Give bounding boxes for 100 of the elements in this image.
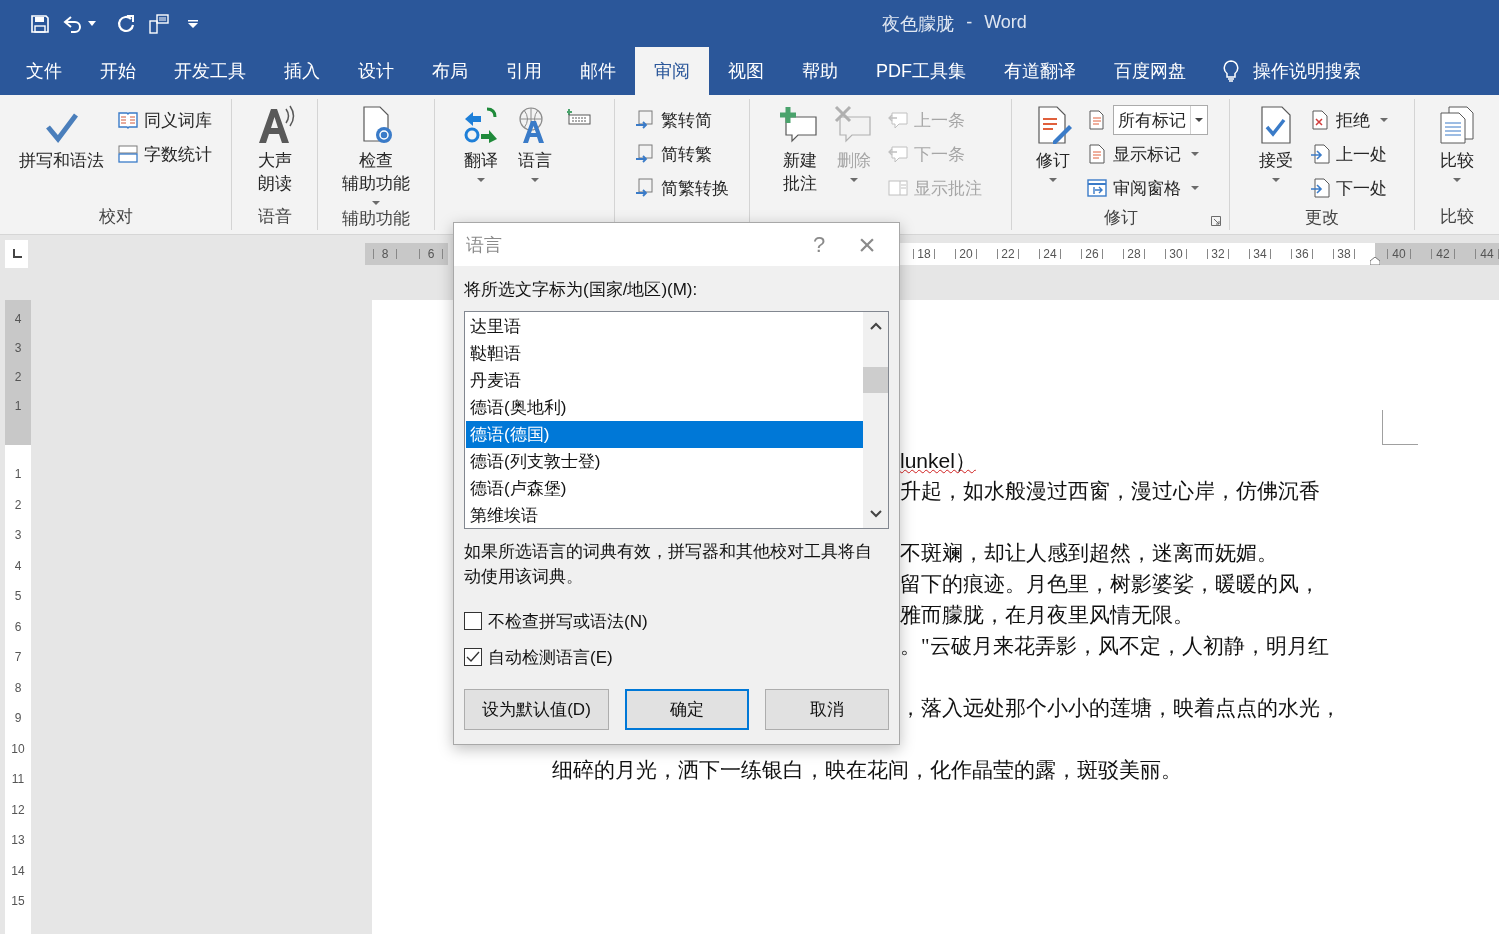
comment-plus-icon: [779, 105, 820, 145]
ribbon-button[interactable]: 大声 朗读: [250, 103, 299, 197]
ruler-number: 42: [1431, 248, 1455, 259]
ribbon-button[interactable]: 拼写和语法: [15, 103, 108, 174]
ribbon-button[interactable]: 审阅窗格: [1083, 171, 1212, 205]
dialog-button[interactable]: 取消: [765, 689, 889, 730]
language-item[interactable]: 德语(列支敦士登): [466, 448, 863, 475]
scrollbar[interactable]: [863, 312, 888, 528]
ribbon-button[interactable]: 检查 辅助功能: [338, 103, 414, 207]
ruler-number: 22: [997, 248, 1019, 259]
language-list[interactable]: 达里语 鞑靼语 丹麦语 德语(奥地利) 德语(德国) 德语(列支敦士登) 德语(卢森堡) 第维埃语: [464, 311, 889, 529]
ribbon-button[interactable]: 简繁转换: [631, 171, 733, 205]
ribbon-tab[interactable]: 设计: [339, 47, 413, 95]
markup-dropdown[interactable]: 所有标记: [1113, 105, 1208, 135]
save-icon[interactable]: [30, 13, 50, 34]
ribbon-tab[interactable]: 文件: [7, 47, 81, 95]
ribbon-button[interactable]: 下一处: [1306, 171, 1392, 205]
documents-icon: [1437, 105, 1477, 145]
dialog-launcher-icon[interactable]: [1211, 216, 1221, 226]
document-text: 细碎的月光，洒下一练银白，映在花间，化作晶莹的露，斑驳美丽。: [552, 758, 1182, 782]
dialog-button[interactable]: 确定: [625, 689, 749, 730]
ruler-number: 34: [1249, 248, 1271, 259]
convert-icon: [635, 178, 655, 198]
indent-marker-icon[interactable]: [1370, 256, 1380, 265]
ribbon-button[interactable]: 比较: [1433, 103, 1481, 184]
ribbon-button[interactable]: 接受: [1252, 103, 1300, 184]
ruler-number: 11: [11, 772, 25, 786]
dialog-note: 如果所选语言的词典有效，拼写器和其他校对工具将自动使用该词典。: [464, 541, 873, 588]
ribbon-button[interactable]: 新建 批注: [775, 103, 824, 197]
checkbox[interactable]: [464, 612, 482, 630]
ribbon-button[interactable]: 字数统计: [114, 137, 216, 171]
dialog-title: 语言: [466, 233, 503, 257]
scroll-thumb[interactable]: [863, 367, 888, 393]
ribbon-tab[interactable]: 视图: [709, 47, 783, 95]
language-item[interactable]: 德语(奥地利): [466, 394, 863, 421]
group-label: 修订: [1103, 207, 1138, 229]
ribbon-tab[interactable]: 有道翻译: [985, 47, 1095, 95]
language-item[interactable]: 丹麦语: [466, 367, 863, 394]
redo-icon[interactable]: [116, 13, 136, 34]
ribbon-button[interactable]: 上一处: [1306, 137, 1392, 171]
ribbon-tab[interactable]: 引用: [487, 47, 561, 95]
document-arrow-icon: [1310, 178, 1330, 198]
ruler-number: 36: [1291, 248, 1313, 259]
ribbon-button[interactable]: 翻译: [456, 103, 505, 184]
comment-arrow-icon: [887, 144, 908, 164]
lightbulb-icon[interactable]: [1223, 60, 1239, 82]
ribbon-button[interactable]: 拒绝: [1306, 103, 1392, 137]
document-text: lunkel）: [900, 449, 976, 472]
ribbon-tab[interactable]: 开发工具: [155, 47, 265, 95]
ribbon-button[interactable]: 简转繁: [631, 137, 733, 171]
scroll-down-icon[interactable]: [869, 510, 882, 518]
checkbox[interactable]: [464, 648, 482, 666]
language-item[interactable]: 第维埃语: [466, 502, 863, 529]
language-item[interactable]: 鞑靼语: [466, 340, 863, 367]
group-label: 辅助功能: [342, 208, 410, 230]
ruler-number: 6: [419, 248, 443, 259]
book-icon: [118, 110, 138, 130]
keyboard-icon: [566, 109, 591, 125]
language-item[interactable]: 达里语: [466, 313, 863, 340]
document-text: 不斑斓，却让人感到超然，迷离而妩媚。: [900, 541, 1278, 565]
ruler-number: 24: [1039, 248, 1061, 259]
close-button[interactable]: ×: [843, 226, 891, 263]
document-lines-icon: [1087, 144, 1107, 164]
tab-selector-button[interactable]: [5, 239, 28, 268]
ruler-number: 30: [1165, 248, 1187, 259]
touch-mode-icon[interactable]: [148, 12, 170, 35]
comment-arrow-icon: [887, 110, 908, 130]
language-item[interactable]: 德语(卢森堡): [466, 475, 863, 502]
ruler-number: 3: [14, 528, 22, 542]
ruler-number: 40: [1387, 248, 1411, 259]
ribbon-button[interactable]: 繁转简: [631, 103, 733, 137]
caret-icon[interactable]: [88, 21, 96, 26]
language-item[interactable]: 德语(德国): [466, 421, 863, 448]
ruler-number: 32: [1207, 248, 1229, 259]
ribbon-tab[interactable]: 帮助: [783, 47, 857, 95]
ribbon-button[interactable]: 语言: [510, 103, 559, 184]
undo-icon[interactable]: [62, 13, 84, 34]
ribbon-button[interactable]: 修订: [1029, 103, 1077, 184]
ribbon-button[interactable]: 同义词库: [114, 103, 216, 137]
customize-icon[interactable]: [188, 19, 198, 28]
ribbon-tab[interactable]: 邮件: [561, 47, 635, 95]
document-arrow-icon: [1310, 144, 1330, 164]
ribbon-tab[interactable]: PDF工具集: [857, 47, 985, 95]
ribbon-button[interactable]: 显示标记: [1083, 137, 1212, 171]
list-label: 将所选文字标为(国家/地区)(M):: [464, 280, 699, 300]
document-text: 升起，如水般漫过西窗，漫过心岸，仿佛沉香: [900, 479, 1320, 503]
ruler-number: 4: [14, 312, 22, 326]
ribbon-tab[interactable]: 布局: [413, 47, 487, 95]
dialog-button[interactable]: 设为默认值(D): [464, 689, 609, 730]
ribbon-tab[interactable]: 审阅: [635, 47, 709, 95]
tell-me-field[interactable]: 操作说明搜索: [1251, 59, 1395, 83]
document-lines-icon: [1087, 110, 1107, 130]
scroll-up-icon[interactable]: [869, 322, 882, 330]
ruler-number: 3: [14, 341, 22, 355]
ruler-number: 2: [14, 497, 22, 512]
ribbon-tab[interactable]: 百度网盘: [1095, 47, 1205, 95]
ribbon-tab[interactable]: 开始: [81, 47, 155, 95]
ruler-number: 2: [14, 370, 22, 384]
document-text: 。"云破月来花弄影，风不定，人初静，明月红: [900, 634, 1329, 658]
ribbon-tab[interactable]: 插入: [265, 47, 339, 95]
